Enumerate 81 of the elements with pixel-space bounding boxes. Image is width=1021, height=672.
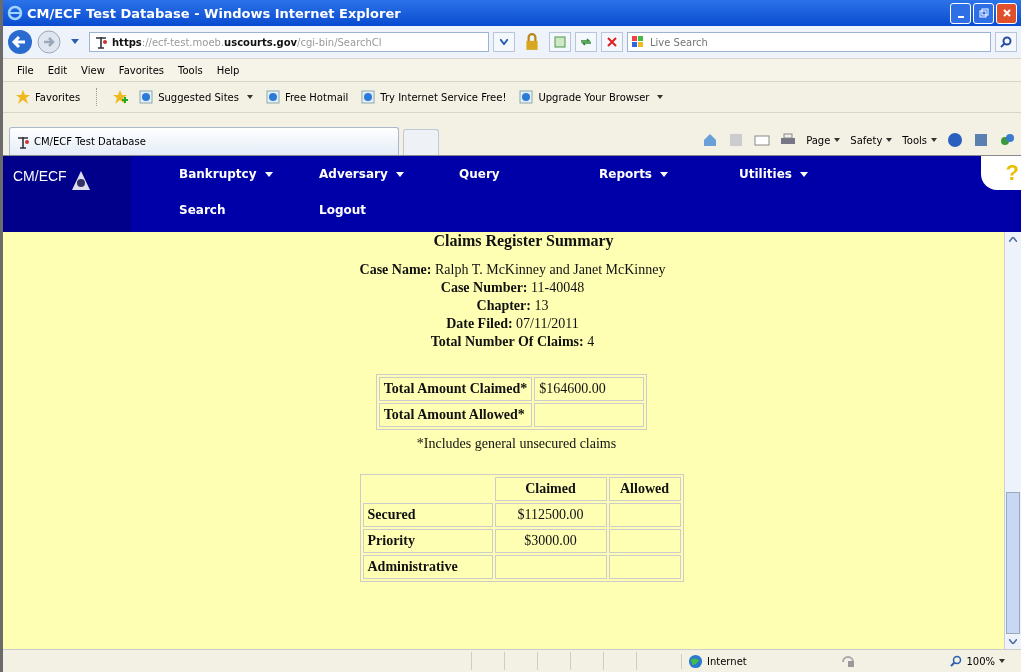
menu-item[interactable]: View bbox=[81, 64, 105, 76]
caret-icon bbox=[500, 39, 508, 45]
dropdown-button[interactable] bbox=[493, 32, 515, 52]
caret-icon bbox=[999, 659, 1005, 663]
restore-icon bbox=[978, 8, 989, 18]
case-info-line: Date Filed: 07/11/2011 bbox=[446, 316, 579, 332]
nav-menu-item[interactable]: Query bbox=[459, 167, 500, 181]
search-button[interactable] bbox=[995, 32, 1017, 52]
nav-menu-item[interactable]: Logout bbox=[319, 203, 366, 217]
scroll-down-icon[interactable] bbox=[1009, 639, 1017, 644]
windows-logo-icon bbox=[631, 35, 645, 49]
caret-icon bbox=[886, 138, 893, 142]
vertical-scrollbar[interactable] bbox=[1004, 232, 1021, 649]
case-info-line: Case Number: 11-40048 bbox=[440, 280, 585, 296]
web-page-icon bbox=[264, 89, 281, 105]
command-menu[interactable]: Tools bbox=[902, 134, 937, 146]
favorites-link[interactable]: Suggested Sites bbox=[136, 89, 255, 105]
footnote: *Includes general unsecured claims bbox=[416, 436, 617, 452]
nav-menu-item[interactable]: Search bbox=[179, 203, 226, 217]
address-field[interactable]: https://ecf-test.moeb.uscourts.gov/cgi-bin/SearchCl bbox=[89, 32, 489, 52]
forward-button[interactable] bbox=[37, 30, 61, 54]
stop-button[interactable] bbox=[601, 32, 623, 52]
close-icon bbox=[605, 35, 619, 49]
row-header: Priority bbox=[362, 529, 493, 553]
home-icon[interactable] bbox=[702, 132, 719, 148]
page-heading: Claims Register Summary bbox=[433, 232, 614, 250]
padlock-icon[interactable] bbox=[523, 33, 541, 51]
case-info-line: Chapter: 13 bbox=[476, 298, 549, 314]
refresh-button[interactable] bbox=[575, 32, 597, 52]
table-cell: $3000.00 bbox=[494, 529, 607, 553]
web-page-icon bbox=[360, 89, 377, 105]
nav-menu-item[interactable]: Bankruptcy bbox=[179, 167, 273, 181]
star-icon bbox=[15, 89, 31, 105]
favorites-link[interactable]: Free Hotmail bbox=[262, 89, 351, 105]
menu-item[interactable]: File bbox=[17, 64, 34, 76]
favorites-link[interactable]: Upgrade Your Browser bbox=[516, 89, 666, 105]
table-cell: $164600.00 bbox=[534, 377, 645, 401]
back-button[interactable] bbox=[7, 29, 33, 55]
site-logo[interactable]: CM/ECF bbox=[3, 156, 131, 232]
scroll-up-icon[interactable] bbox=[1009, 237, 1017, 242]
magnifier-icon bbox=[950, 655, 963, 667]
menu-item[interactable]: Help bbox=[216, 64, 240, 76]
row-header: Secured bbox=[362, 503, 493, 527]
column-header: Claimed bbox=[494, 477, 607, 501]
globe-icon bbox=[688, 653, 703, 669]
column-header: Allowed bbox=[608, 477, 681, 501]
menu-item[interactable]: Edit bbox=[47, 64, 68, 76]
restore-button[interactable] bbox=[973, 2, 994, 24]
command-menu[interactable]: Safety bbox=[850, 134, 893, 146]
caret-icon[interactable] bbox=[71, 39, 79, 45]
compatibility-button[interactable] bbox=[549, 32, 571, 52]
case-info-line: Case Name: Ralph T. McKinney and Janet McKinney bbox=[359, 262, 666, 278]
close-icon bbox=[1001, 8, 1012, 18]
minimize-button[interactable] bbox=[950, 2, 971, 24]
command-menu[interactable]: Page bbox=[806, 134, 841, 146]
menu-item[interactable]: Favorites bbox=[118, 64, 164, 76]
row-header: Administrative bbox=[362, 555, 493, 579]
security-zone: Internet bbox=[681, 653, 828, 669]
zoom-button[interactable]: 100% bbox=[944, 654, 1011, 668]
table-cell: Total Amount Allowed* bbox=[378, 403, 533, 427]
caret-icon bbox=[931, 138, 937, 142]
table-cell: $112500.00 bbox=[494, 503, 607, 527]
close-button[interactable] bbox=[996, 2, 1017, 24]
web-page-icon bbox=[518, 89, 535, 105]
nav-menu-item[interactable]: Utilities bbox=[739, 167, 808, 181]
favorites-button[interactable]: Favorites bbox=[13, 89, 83, 105]
case-info-line: Total Number Of Claims: 4 bbox=[430, 334, 595, 350]
nav-menu-item[interactable]: Adversary bbox=[319, 167, 404, 181]
browser-tab[interactable]: CM/ECF Test Database bbox=[9, 127, 399, 155]
search-field[interactable]: Live Search bbox=[627, 32, 991, 52]
favorites-link[interactable]: Try Internet Service Free! bbox=[358, 89, 509, 105]
nav-menu-item[interactable]: Reports bbox=[599, 167, 668, 181]
minimize-icon bbox=[957, 16, 964, 18]
caret-icon bbox=[834, 138, 841, 142]
table-cell: Total Amount Claimed* bbox=[378, 377, 533, 401]
window-title: CM/ECF Test Database - Windows Internet Explorer bbox=[27, 5, 402, 21]
web-page-icon bbox=[138, 89, 155, 105]
add-star-icon[interactable] bbox=[112, 89, 129, 105]
menu-item[interactable]: Tools bbox=[178, 64, 203, 76]
ie-logo-icon bbox=[7, 5, 23, 21]
search-icon bbox=[999, 35, 1013, 49]
